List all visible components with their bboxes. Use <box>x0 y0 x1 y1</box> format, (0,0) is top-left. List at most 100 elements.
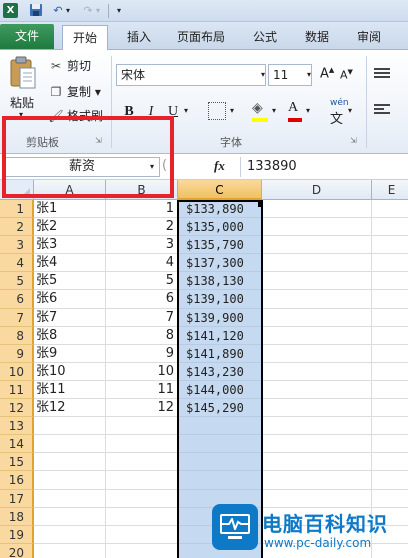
row-header[interactable]: 16 <box>0 471 34 490</box>
align-top-icon[interactable] <box>374 68 390 80</box>
cell-empty[interactable] <box>262 453 372 472</box>
cell-salary[interactable] <box>178 435 262 454</box>
save-icon[interactable] <box>28 3 44 19</box>
chevron-down-icon[interactable]: ▾ <box>230 106 234 115</box>
column-header-c[interactable]: C <box>178 180 262 200</box>
cell-salary[interactable] <box>178 417 262 436</box>
cell-empty[interactable] <box>372 218 408 237</box>
cell-number[interactable] <box>106 489 178 508</box>
cell-empty[interactable] <box>262 417 372 436</box>
row-header[interactable]: 13 <box>0 417 34 436</box>
row-header[interactable]: 12 <box>0 399 34 418</box>
column-header-e[interactable]: E <box>372 180 408 200</box>
cell-empty[interactable] <box>372 254 408 273</box>
cell-salary[interactable]: $135,790 <box>178 236 262 255</box>
cell-name[interactable] <box>34 543 106 558</box>
cell-empty[interactable] <box>262 489 372 508</box>
font-name-combobox[interactable]: 宋体 <box>116 64 266 86</box>
row-header[interactable]: 20 <box>0 543 34 558</box>
tab-home[interactable]: 开始 <box>62 25 108 51</box>
cell-salary[interactable]: $143,230 <box>178 362 262 381</box>
row-header[interactable]: 11 <box>0 380 34 400</box>
dialog-launcher-icon[interactable]: ⇲ <box>350 136 357 145</box>
cell-number[interactable]: 9 <box>106 344 178 363</box>
undo-dropdown-icon[interactable]: ▾ <box>64 3 72 19</box>
row-header[interactable]: 9 <box>0 344 34 363</box>
row-header[interactable]: 17 <box>0 489 34 508</box>
row-header[interactable]: 18 <box>0 507 34 526</box>
cell-empty[interactable] <box>372 345 408 363</box>
cell-number[interactable] <box>106 525 178 544</box>
cell-number[interactable]: 4 <box>106 254 178 273</box>
cell-number[interactable]: 12 <box>106 399 178 418</box>
cell-name[interactable]: 张1 <box>34 200 106 219</box>
cell-empty[interactable] <box>262 362 372 381</box>
cell-empty[interactable] <box>262 344 372 363</box>
copy-dropdown-icon[interactable]: ▾ <box>95 85 101 99</box>
cell-empty[interactable] <box>372 363 408 381</box>
cell-name[interactable]: 张7 <box>34 308 106 327</box>
cell-salary[interactable] <box>178 471 262 490</box>
cell-empty[interactable] <box>262 380 372 400</box>
row-header[interactable]: 3 <box>0 236 34 255</box>
cell-name[interactable]: 张4 <box>34 254 106 273</box>
cell-salary[interactable]: $144,000 <box>178 380 262 400</box>
cell-number[interactable]: 5 <box>106 272 178 291</box>
cell-salary[interactable]: $139,100 <box>178 290 262 309</box>
column-header-d[interactable]: D <box>262 180 372 200</box>
cell-name[interactable] <box>34 507 106 526</box>
cell-name[interactable] <box>34 525 106 544</box>
cell-number[interactable] <box>106 453 178 472</box>
cell-number[interactable]: 3 <box>106 236 178 255</box>
fill-color-icon[interactable]: ◈ <box>252 100 263 116</box>
cell-name[interactable] <box>34 471 106 490</box>
cell-number[interactable] <box>106 435 178 454</box>
cell-salary[interactable]: $135,000 <box>178 218 262 237</box>
tab-formulas[interactable]: 公式 <box>244 25 286 50</box>
cell-empty[interactable] <box>262 218 372 237</box>
cell-salary[interactable]: $133,890 <box>178 200 262 219</box>
cell-name[interactable]: 张10 <box>34 362 106 381</box>
cell-empty[interactable] <box>262 308 372 327</box>
row-header[interactable]: 4 <box>0 254 34 273</box>
row-header[interactable]: 14 <box>0 435 34 454</box>
cell-number[interactable]: 7 <box>106 308 178 327</box>
cell-name[interactable]: 张6 <box>34 290 106 309</box>
cell-salary[interactable]: $145,290 <box>178 399 262 418</box>
shrink-font-button[interactable]: A▼ <box>340 68 353 82</box>
row-header[interactable]: 2 <box>0 218 34 237</box>
phonetic-guide-button[interactable]: wén 文 <box>330 98 349 127</box>
cell-empty[interactable] <box>262 399 372 418</box>
row-header[interactable]: 7 <box>0 308 34 327</box>
row-header[interactable]: 5 <box>0 272 34 291</box>
cell-empty[interactable] <box>262 290 372 309</box>
cell-salary[interactable]: $141,120 <box>178 326 262 345</box>
row-header[interactable]: 19 <box>0 525 34 544</box>
cell-name[interactable] <box>34 417 106 436</box>
cell-name[interactable]: 张12 <box>34 399 106 418</box>
row-header[interactable]: 10 <box>0 362 34 381</box>
cell-empty[interactable] <box>372 544 408 558</box>
cell-empty[interactable] <box>372 490 408 508</box>
cell-number[interactable] <box>106 543 178 558</box>
cell-number[interactable]: 10 <box>106 362 178 381</box>
cell-empty[interactable] <box>372 417 408 436</box>
cell-number[interactable]: 6 <box>106 290 178 309</box>
cell-empty[interactable] <box>262 326 372 345</box>
grow-font-button[interactable]: A▲ <box>320 66 334 81</box>
cell-name[interactable]: 张5 <box>34 272 106 291</box>
cell-name[interactable]: 张2 <box>34 218 106 237</box>
cell-empty[interactable] <box>372 471 408 490</box>
row-header[interactable]: 1 <box>0 200 34 219</box>
chevron-down-icon[interactable]: ▾ <box>348 106 352 115</box>
excel-logo-icon[interactable]: X <box>3 3 18 18</box>
cell-empty[interactable] <box>262 435 372 454</box>
font-color-button[interactable]: A <box>288 100 298 116</box>
cell-salary[interactable]: $141,890 <box>178 344 262 363</box>
chevron-down-icon[interactable]: ▾ <box>306 106 310 115</box>
chevron-down-icon[interactable]: ▾ <box>258 64 268 86</box>
redo-dropdown-icon[interactable]: ▾ <box>94 3 102 19</box>
cell-empty[interactable] <box>372 381 408 400</box>
paste-icon[interactable] <box>8 56 38 90</box>
cell-number[interactable] <box>106 507 178 526</box>
